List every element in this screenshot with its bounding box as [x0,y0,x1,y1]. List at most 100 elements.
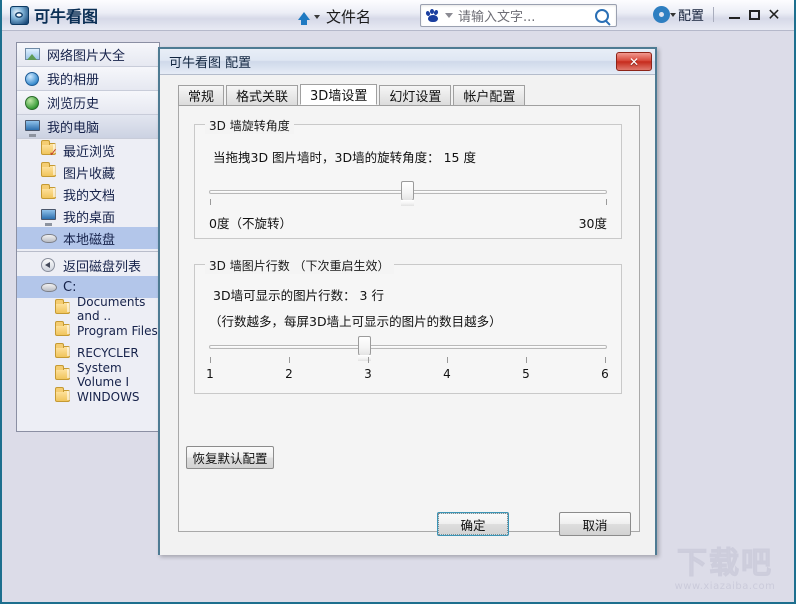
minimize-button[interactable] [724,6,744,24]
sidebar: 网络图片大全 我的相册 浏览历史 我的电脑 ✓ 最近浏览 图片收藏 我的文档 我… [16,42,160,432]
dialog-close-button[interactable]: ✕ [616,52,652,71]
globe-blue-icon [25,71,41,86]
rows-tick-1 [210,357,211,363]
sort-up-arrow-icon [298,11,310,25]
close-button[interactable]: ✕ [764,6,784,24]
search-box[interactable]: 请输入文字... [420,4,617,27]
tree-item-my-desktop[interactable]: 我的桌面 [17,205,159,227]
tree-item-folder[interactable]: WINDOWS [17,386,159,408]
tab-strip: 常规 格式关联 3D墙设置 幻灯设置 帐户配置 [178,84,640,106]
disk-icon [41,280,57,294]
dialog-title-bar: 可牛看图 配置 ✕ [160,49,655,75]
rotation-tick-min [210,199,211,205]
folder-icon [55,324,71,338]
back-to-disk-list-label: 返回磁盘列表 [63,259,142,275]
rows-slider-track[interactable] [209,345,607,349]
disk-icon [41,231,57,245]
maximize-button[interactable] [744,6,764,24]
folder-icon [55,346,71,360]
tab-label: 常规 [188,90,215,105]
chevron-down-icon[interactable] [669,12,676,17]
minimize-icon [728,17,740,19]
close-icon: ✕ [628,54,640,69]
tree-item-recent[interactable]: ✓ 最近浏览 [17,139,159,161]
maximize-icon [748,9,760,20]
rows-tick-5 [526,357,527,363]
watermark-text: 下载吧 [677,545,773,581]
dialog-body: 常规 格式关联 3D墙设置 幻灯设置 帐户配置 3D 墙旋转角度 当拖拽3D 图… [160,75,655,555]
group-legend: 3D 墙旋转角度 [205,117,294,134]
restore-default-label: 恢复默认配置 [192,451,268,466]
tab-slideshow-settings[interactable]: 幻灯设置 [379,85,452,105]
tree-item-label: 我的文档 [63,188,116,204]
window-controls: 配置 ✕ [654,5,784,24]
rotation-slider-thumb[interactable] [401,181,414,206]
rows-tick-label: 2 [285,367,293,381]
folder-icon [41,187,57,201]
rows-tick-2 [289,357,290,363]
config-menu-label[interactable]: 配置 [678,5,704,24]
tree-item-label: 最近浏览 [63,144,116,160]
search-icon[interactable] [595,8,609,23]
back-to-disk-list[interactable]: 返回磁盘列表 [17,254,159,276]
rows-hint: （行数越多，每屏3D墙上可显示的图片的数目越多） [209,314,502,329]
tab-format-association[interactable]: 格式关联 [226,85,299,105]
group-wall-rows: 3D 墙图片行数 （下次重启生效） 3D墙可显示的图片行数： 3 行 （行数越多… [194,257,622,394]
rows-description: 3D墙可显示的图片行数： 3 行 [213,288,384,303]
rows-slider-thumb[interactable] [358,336,371,361]
toolbar-divider [713,7,714,22]
dialog-title: 可牛看图 配置 [169,56,252,71]
sidebar-item-label: 网络图片大全 [47,49,126,64]
tree-item-label: WINDOWS [77,390,140,404]
sidebar-item-browse-history[interactable]: 浏览历史 [17,91,159,115]
sidebar-item-my-computer[interactable]: 我的电脑 [17,115,159,139]
tree-item-label: System Volume I [77,361,129,389]
tree-item-label: Program Files [77,324,158,338]
chevron-down-icon [314,14,320,19]
tree-item-label: RECYCLER [77,346,139,360]
app-title: 可牛看图 [34,7,99,26]
restore-default-button[interactable]: 恢复默认配置 [186,446,274,469]
tab-general[interactable]: 常规 [178,85,225,105]
rotation-max-label: 30度 [578,216,607,231]
chevron-down-icon[interactable] [445,13,453,18]
cancel-button[interactable]: 取消 [559,512,631,536]
rows-tick-3 [368,357,369,363]
tree-item-folder[interactable]: Program Files [17,320,159,342]
picture-icon [25,47,41,62]
rotation-description: 当拖拽3D 图片墙时，3D墙的旋转角度： 15 度 [213,150,476,165]
search-input[interactable]: 请输入文字... [458,6,595,25]
filename-sort-control[interactable]: 文件名 [298,6,371,27]
tab-account-settings[interactable]: 帐户配置 [453,85,526,105]
baidu-paw-icon[interactable] [425,8,441,23]
tree-item-label: 图片收藏 [63,166,116,182]
desktop-icon [41,209,57,223]
site-watermark: 下载吧 www.xiazaiba.com [664,544,786,596]
rotation-tick-max [606,199,607,205]
rotation-min-label: 0度（不旋转） [209,216,292,231]
tree-item-local-disk[interactable]: 本地磁盘 [17,227,159,249]
tree-item-my-documents[interactable]: 我的文档 [17,183,159,205]
tree-item-label: C: [63,279,77,295]
tab-label: 3D墙设置 [310,89,368,104]
ok-button[interactable]: 确定 [437,512,509,536]
rows-tick-label: 4 [443,367,451,381]
sidebar-item-label: 我的电脑 [47,121,100,136]
folder-icon [41,165,57,179]
config-dialog: 可牛看图 配置 ✕ 常规 格式关联 3D墙设置 幻灯设置 帐户配置 3D 墙旋转… [158,47,657,555]
rows-tick-label: 3 [364,367,372,381]
tree-item-folder[interactable]: Documents and .. [17,295,159,323]
monitor-icon [25,119,41,134]
back-arrow-icon [41,258,57,272]
group-rotation-angle: 3D 墙旋转角度 当拖拽3D 图片墙时，3D墙的旋转角度： 15 度 0度（不旋… [194,117,622,239]
app-logo-icon [10,5,29,25]
tree-item-folder[interactable]: System Volume I [17,361,159,389]
gear-icon[interactable] [654,8,668,21]
sidebar-item-my-album[interactable]: 我的相册 [17,67,159,91]
tree-item-picture-favorites[interactable]: 图片收藏 [17,161,159,183]
sidebar-item-network-pictures[interactable]: 网络图片大全 [17,43,159,67]
cancel-label: 取消 [582,517,608,533]
sidebar-item-label: 浏览历史 [47,97,100,112]
tab-3d-wall-settings[interactable]: 3D墙设置 [300,84,378,105]
rows-tick-label: 5 [522,367,530,381]
